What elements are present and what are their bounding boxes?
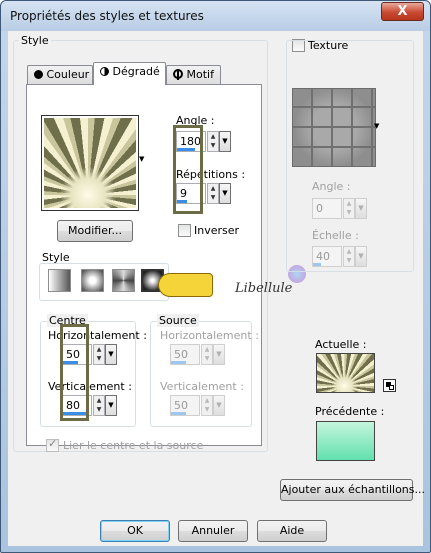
close-icon: X [397,4,408,19]
previous-swatch[interactable] [316,421,375,461]
link-centre-source-checkbox [46,437,59,452]
ok-button[interactable]: OK [100,520,170,542]
spin-down-icon[interactable]: ▼ [208,141,218,150]
spin-up-icon[interactable]: ▲ [208,132,218,141]
invert-checkbox[interactable] [178,224,191,237]
source-h-spinbox: ▲▼ ▼ [170,344,225,365]
source-h-bar [171,361,186,364]
style-rectangular-button[interactable] [81,269,104,292]
spin-up-icon[interactable]: ▲ [94,396,104,405]
modify-button[interactable]: Modifier... [57,220,133,242]
half-circle-icon [100,67,109,76]
current-swatch[interactable] [316,353,375,393]
tab-degrade-label: Dégradé [112,65,160,78]
texture-angle-label: Angle : [312,180,351,193]
source-v-spinbox: ▲▼ ▼ [170,395,225,416]
watermark-text: Libellule [235,281,293,296]
texture-angle-input [312,198,342,219]
centre-h-spin-buttons[interactable]: ▲ ▼ [93,344,105,365]
style-sunburst-button[interactable] [112,269,135,292]
style-group-title: Style [19,34,51,47]
previous-label: Précédente : [315,405,385,418]
texture-angle-dropdown-icon: ▼ [355,198,367,219]
tab-degrade[interactable]: Dégradé [93,62,166,85]
link-centre-source-label: Lier le centre et la source [63,439,204,452]
texture-scale-label: Échelle : [312,229,359,242]
texture-scale-bar [313,263,321,266]
add-to-samples-button[interactable]: Ajouter aux échantillons... [280,479,425,501]
angle-spin-buttons[interactable]: ▲ ▼ [207,131,219,152]
spin-down-icon[interactable]: ▼ [94,354,104,363]
preview-dropdown-arrow-icon[interactable]: ▼ [139,155,144,163]
source-title: Source [157,314,199,327]
style-linear-button[interactable] [48,269,71,292]
current-label: Actuelle : [315,338,367,351]
spin-up-icon[interactable]: ▲ [208,184,218,193]
dialog-body: Style Couleur Dégradé Motif ▼ Angle : ▲▼… [8,31,425,546]
texture-scale-spin-buttons: ▲ ▼ [343,246,355,267]
highlight-centre [60,324,89,421]
source-h-label: Horizontalement : [160,329,259,342]
highlight-angle-repetitions [173,125,203,214]
tab-couleur[interactable]: Couleur [27,65,93,85]
angle-dropdown-icon[interactable]: ▼ [219,131,231,152]
pointing-hand-icon [158,273,213,297]
repetitions-dropdown-icon[interactable]: ▼ [219,183,231,204]
tab-couleur-label: Couleur [46,68,90,81]
source-h-spin-buttons: ▲ ▼ [201,344,213,365]
centre-h-dropdown-icon[interactable]: ▼ [105,344,117,365]
texture-dropdown-arrow-icon[interactable]: ▼ [374,122,379,130]
source-h-dropdown-icon: ▼ [213,344,225,365]
spin-down-icon[interactable]: ▼ [94,405,104,414]
invert-label: Inverser [194,224,240,237]
texture-angle-spinbox: ▲▼ ▼ [312,198,367,219]
dialog-window: Propriétés des styles et textures X Styl… [0,0,431,553]
repetitions-spin-buttons[interactable]: ▲ ▼ [207,183,219,204]
close-button[interactable]: X [381,2,424,21]
circle-icon [34,70,43,79]
title-bar[interactable]: Propriétés des styles et textures X [1,1,430,31]
source-v-label: Verticalement : [160,380,244,393]
centre-v-spin-buttons[interactable]: ▲ ▼ [93,395,105,416]
source-v-bar [171,412,186,415]
spin-up-icon[interactable]: ▲ [94,345,104,354]
help-button[interactable]: Aide [257,520,327,542]
source-v-spin-buttons: ▲ ▼ [201,395,213,416]
globe-icon [173,69,183,80]
window-title: Propriétés des styles et textures [10,9,204,23]
texture-preview[interactable] [292,88,376,167]
centre-v-dropdown-icon[interactable]: ▼ [105,395,117,416]
texture-angle-spin-buttons: ▲ ▼ [343,198,355,219]
tab-motif[interactable]: Motif [166,65,221,85]
source-v-dropdown-icon: ▼ [213,395,225,416]
texture-scale-dropdown-icon: ▼ [355,246,367,267]
texture-scale-spinbox: ▲▼ ▼ [312,246,367,267]
swap-icon[interactable] [383,379,396,392]
tab-motif-label: Motif [186,68,214,81]
gradient-preview[interactable] [41,115,139,211]
cancel-button[interactable]: Annuler [178,520,248,542]
spin-down-icon[interactable]: ▼ [208,193,218,202]
